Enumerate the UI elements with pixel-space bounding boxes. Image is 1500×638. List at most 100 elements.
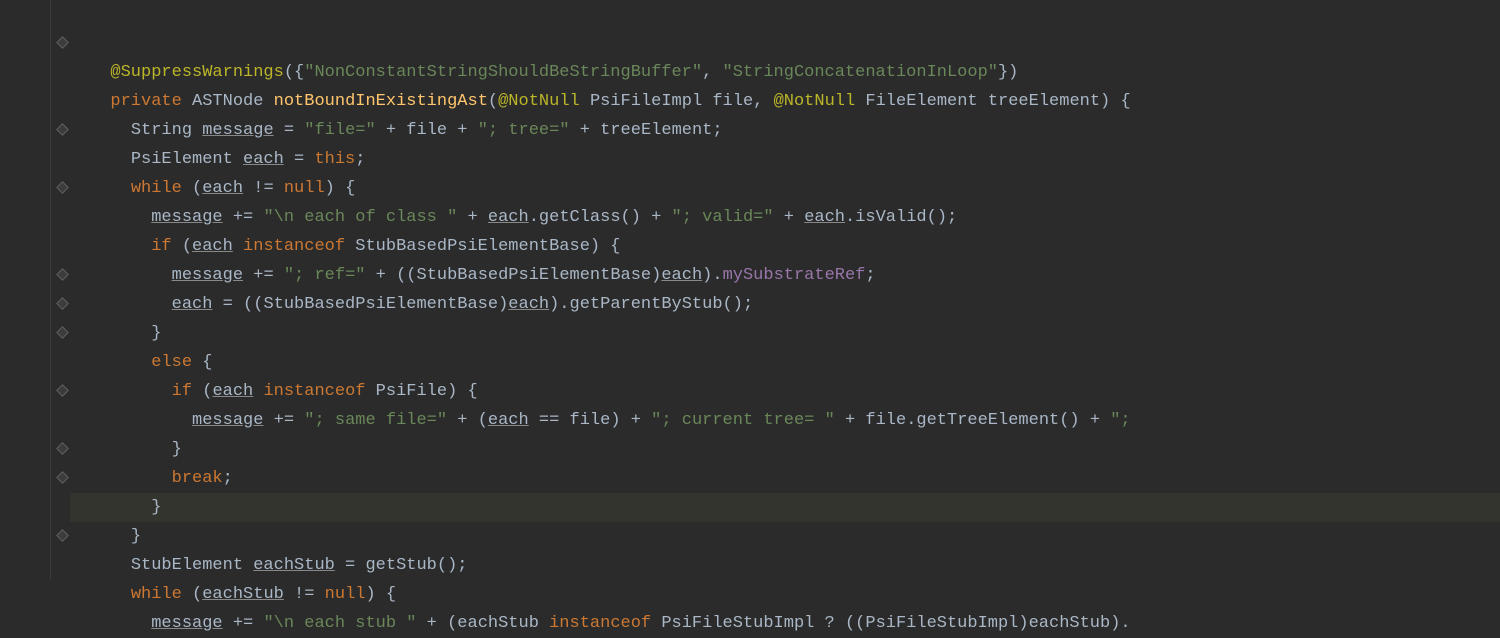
gutter-row	[0, 58, 70, 87]
code-token: ;	[865, 266, 875, 285]
code-line[interactable]: String message = "file=" + file + "; tre…	[70, 116, 1500, 145]
code-token: !=	[243, 179, 284, 198]
code-token: .isValid();	[845, 208, 957, 227]
code-line[interactable]: message += "\n each stub " + (eachStub i…	[70, 609, 1500, 638]
code-token: })	[998, 63, 1018, 82]
code-token: }	[151, 324, 161, 343]
code-token: if	[151, 237, 182, 256]
code-line[interactable]: else {	[70, 348, 1500, 377]
code-token: message	[172, 266, 243, 285]
code-token: each	[243, 150, 284, 169]
code-token: private	[110, 92, 192, 111]
fold-collapse-icon[interactable]	[56, 181, 69, 194]
code-token: PsiElement	[131, 150, 243, 169]
editor-gutter	[0, 0, 70, 600]
gutter-row	[0, 377, 70, 406]
code-token: =	[274, 121, 305, 140]
code-token: "; same file="	[304, 411, 447, 430]
gutter-row	[0, 464, 70, 493]
gutter-row	[0, 116, 70, 145]
code-token: break	[172, 469, 223, 488]
fold-end-icon	[56, 268, 69, 281]
code-token: each	[488, 411, 529, 430]
gutter-row	[0, 232, 70, 261]
code-token: mySubstrateRef	[723, 266, 866, 285]
code-token: each	[661, 266, 702, 285]
code-token: ({	[284, 63, 304, 82]
code-line[interactable]: PsiElement each = this;	[70, 145, 1500, 174]
gutter-row	[0, 0, 70, 29]
gutter-row	[0, 87, 70, 116]
code-token: ASTNode	[192, 92, 274, 111]
code-token: @NotNull	[498, 92, 590, 111]
code-token: null	[325, 585, 366, 604]
code-line[interactable]: private ASTNode notBoundInExistingAst(@N…	[70, 87, 1500, 116]
code-token: "; tree="	[478, 121, 570, 140]
gutter-row	[0, 522, 70, 551]
code-token: "; current tree= "	[651, 411, 835, 430]
code-token: each	[172, 295, 213, 314]
code-token: each	[508, 295, 549, 314]
code-token: + (eachStub	[416, 614, 549, 633]
code-line[interactable]: @SuppressWarnings({"NonConstantStringSho…	[70, 58, 1500, 87]
fold-collapse-icon[interactable]	[56, 297, 69, 310]
code-token: message	[151, 614, 222, 633]
code-token: each	[212, 382, 253, 401]
code-line[interactable]: }	[70, 319, 1500, 348]
code-token: ;	[223, 469, 233, 488]
code-token: .getClass() +	[529, 208, 672, 227]
code-token: "NonConstantStringShouldBeStringBuffer"	[304, 63, 702, 82]
code-line[interactable]: message += "; same file=" + (each == fil…	[70, 406, 1500, 435]
code-token: PsiFileStubImpl ? ((PsiFileStubImpl)each…	[661, 614, 1130, 633]
code-token: instanceof	[263, 382, 375, 401]
code-token: message	[151, 208, 222, 227]
code-line[interactable]: while (eachStub != null) {	[70, 580, 1500, 609]
code-token: else	[151, 353, 202, 372]
code-line[interactable]: each = ((StubBasedPsiElementBase)each).g…	[70, 290, 1500, 319]
code-line[interactable]: }	[70, 522, 1500, 551]
code-token: PsiFile) {	[376, 382, 478, 401]
fold-collapse-icon[interactable]	[56, 36, 69, 49]
code-token: String	[131, 121, 202, 140]
code-token: each	[192, 237, 233, 256]
code-token: +	[457, 208, 488, 227]
code-line[interactable]: }	[70, 493, 1500, 522]
code-line[interactable]: StubElement eachStub = getStub();	[70, 551, 1500, 580]
code-line[interactable]: while (each != null) {	[70, 174, 1500, 203]
code-token: +=	[223, 208, 264, 227]
code-token: +=	[263, 411, 304, 430]
fold-end-icon	[56, 384, 69, 397]
code-line[interactable]: message += "; ref=" + ((StubBasedPsiElem…	[70, 261, 1500, 290]
code-line[interactable]: if (each instanceof StubBasedPsiElementB…	[70, 232, 1500, 261]
code-token: StubElement	[131, 556, 253, 575]
code-token: +=	[223, 614, 264, 633]
code-token: = ((StubBasedPsiElementBase)	[212, 295, 508, 314]
gutter-row	[0, 493, 70, 522]
code-area[interactable]: @SuppressWarnings({"NonConstantStringSho…	[70, 0, 1500, 600]
code-token: =	[284, 150, 315, 169]
code-token	[233, 237, 243, 256]
code-token: ).	[702, 266, 722, 285]
code-token: ) {	[325, 179, 356, 198]
code-token: = getStub();	[335, 556, 468, 575]
code-token: + file.getTreeElement() +	[835, 411, 1110, 430]
code-token: }	[172, 440, 182, 459]
code-line[interactable]: }	[70, 435, 1500, 464]
code-token: }	[131, 527, 141, 546]
code-token: ) {	[365, 585, 396, 604]
fold-collapse-icon[interactable]	[56, 123, 69, 136]
code-editor[interactable]: @SuppressWarnings({"NonConstantStringSho…	[0, 0, 1500, 600]
code-token: instanceof	[243, 237, 355, 256]
code-token: (	[192, 179, 202, 198]
code-token: +=	[243, 266, 284, 285]
code-token: @SuppressWarnings	[110, 63, 283, 82]
code-line[interactable]: if (each instanceof PsiFile) {	[70, 377, 1500, 406]
code-token: if	[172, 382, 203, 401]
code-line[interactable]: break;	[70, 464, 1500, 493]
code-token: FileElement treeElement) {	[865, 92, 1130, 111]
fold-collapse-icon[interactable]	[56, 529, 69, 542]
code-token: ).getParentByStub();	[549, 295, 753, 314]
fold-collapse-icon[interactable]	[56, 326, 69, 339]
code-token: ;	[355, 150, 365, 169]
code-line[interactable]: message += "\n each of class " + each.ge…	[70, 203, 1500, 232]
